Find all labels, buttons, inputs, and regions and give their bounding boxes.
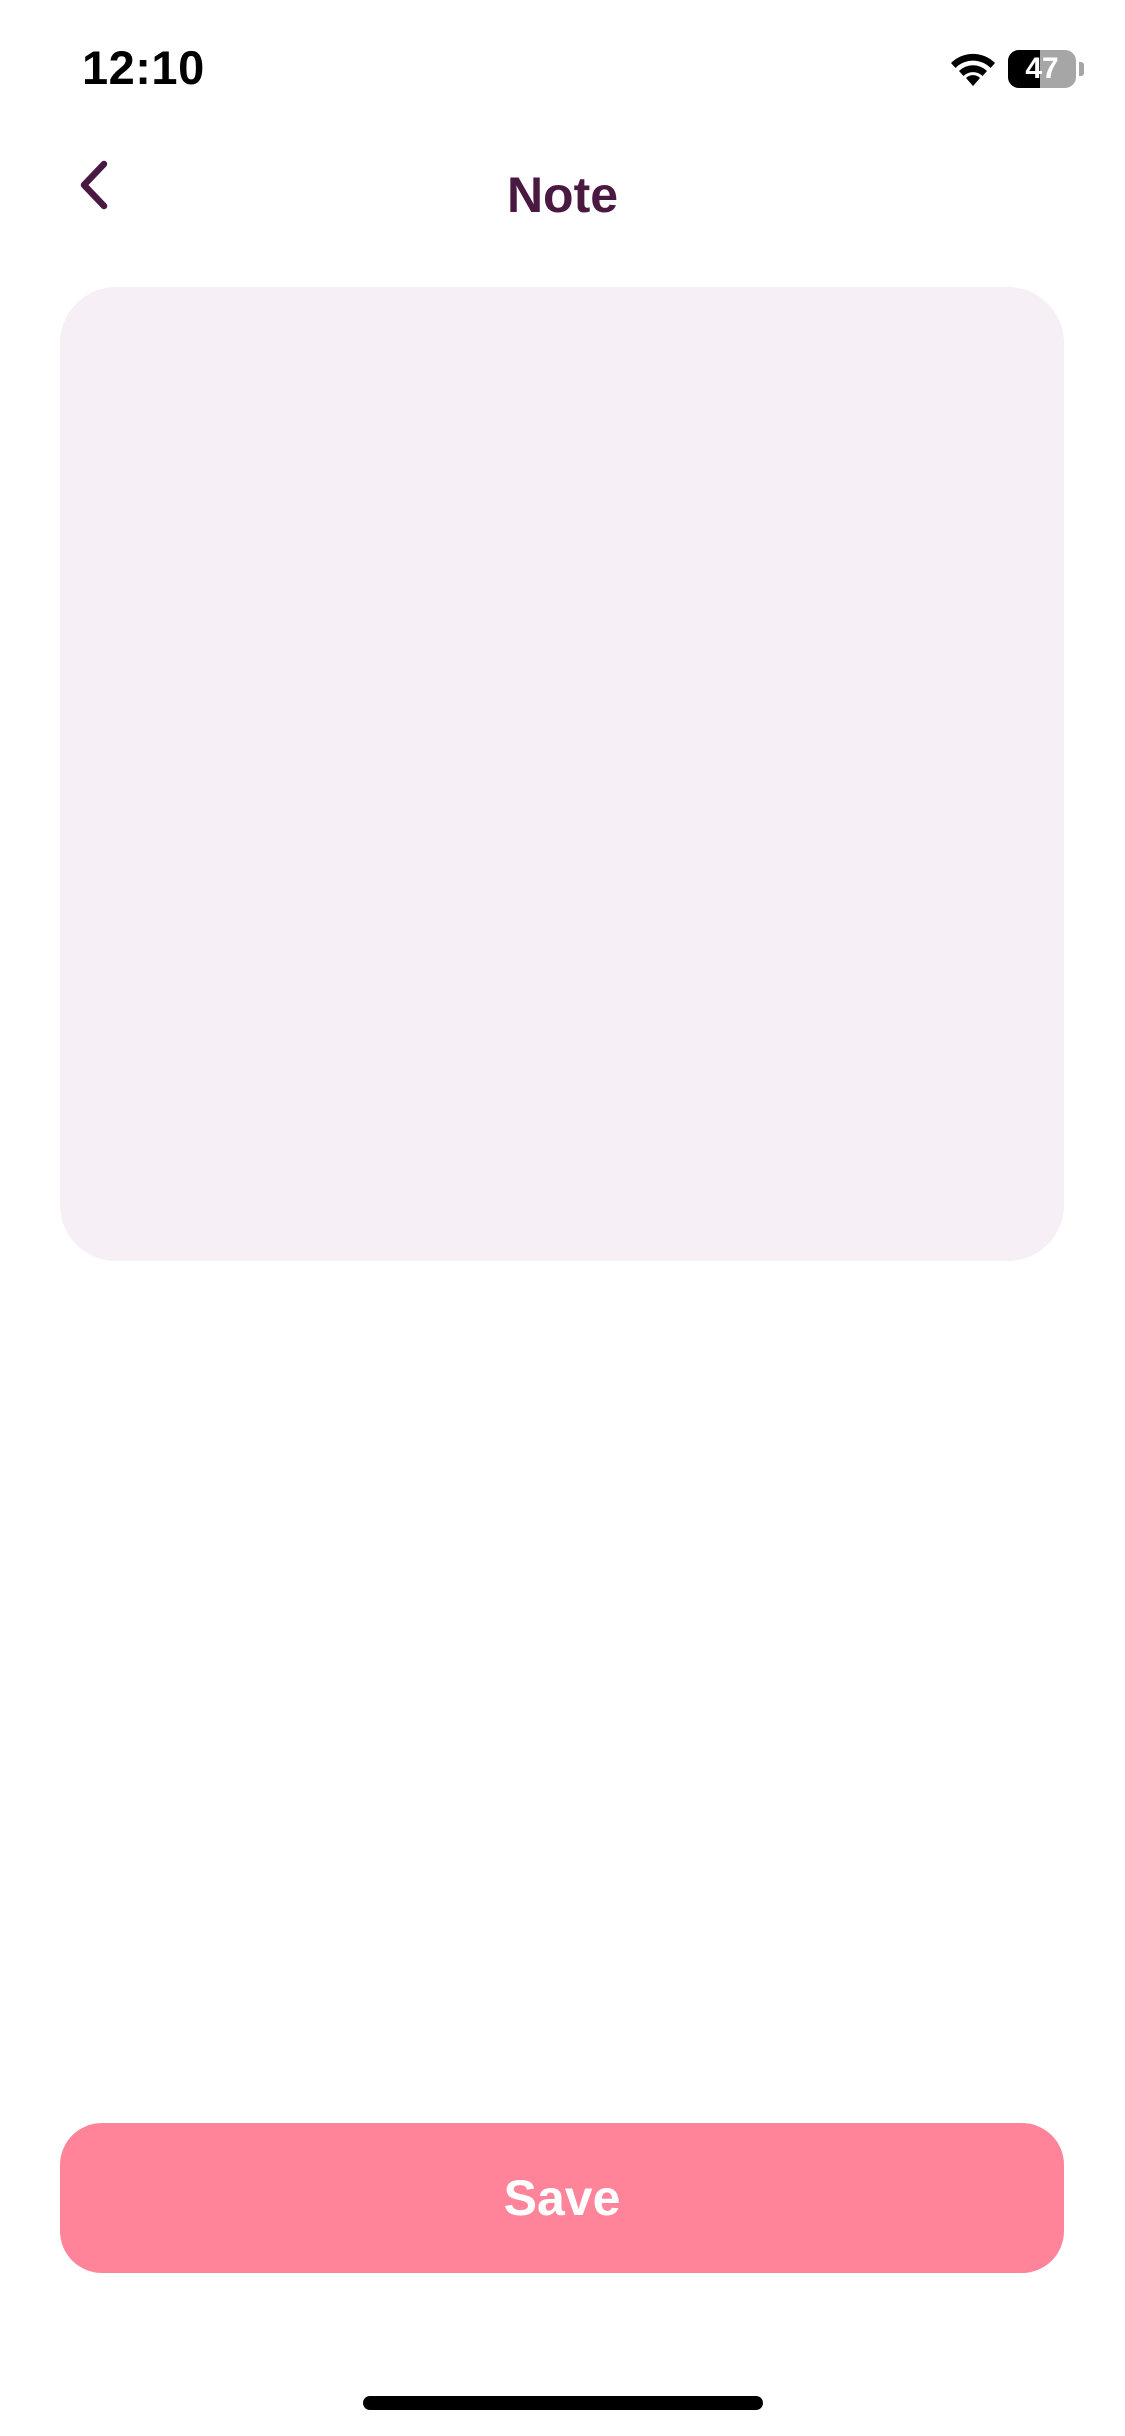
battery-body: 47: [1008, 50, 1076, 88]
battery-cap: [1079, 62, 1084, 76]
page-title: Note: [506, 167, 619, 223]
note-text-area[interactable]: [60, 287, 1064, 1261]
status-bar: 12:10 47: [0, 0, 1125, 140]
battery-icon: 47: [1008, 50, 1084, 88]
battery-percent: 47: [1025, 52, 1059, 85]
wifi-icon: [951, 53, 995, 86]
save-button[interactable]: Save: [60, 2123, 1064, 2273]
home-indicator: [363, 2396, 763, 2410]
status-time: 12:10: [82, 41, 205, 94]
